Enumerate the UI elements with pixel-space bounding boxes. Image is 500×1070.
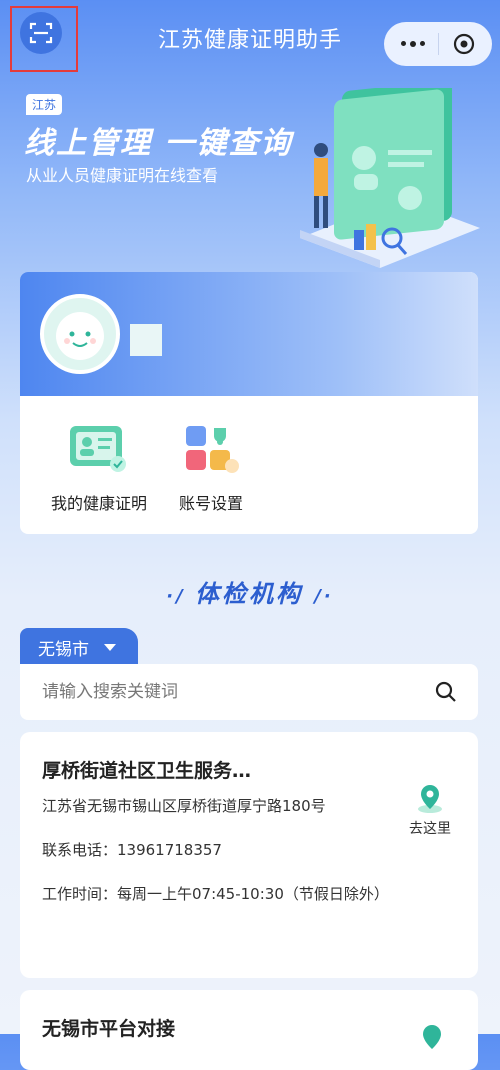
- province-tag: 江苏: [26, 94, 63, 115]
- chevron-down-icon: [104, 644, 116, 651]
- city-label: 无锡市: [38, 639, 89, 660]
- section-title-text: 体检机构: [194, 580, 303, 608]
- my-health-cert-label: 我的健康证明: [50, 494, 147, 513]
- section-title: ·/ 体检机构 /·: [0, 574, 500, 609]
- search-bar: [20, 664, 478, 720]
- banner-subtitle: 从业人员健康证明在线查看: [26, 166, 219, 185]
- city-selector[interactable]: 无锡市: [20, 628, 138, 666]
- institution-address: 江苏省无锡市锡山区厚桥街道厚宁路180号: [42, 797, 326, 815]
- settings-blocks-icon: [186, 426, 239, 473]
- institution-name: 厚桥街道社区卫生服务…: [42, 760, 252, 782]
- search-input[interactable]: [40, 681, 434, 703]
- banner-slogan: 线上管理 一键查询: [24, 126, 293, 161]
- account-settings-button[interactable]: 账号设置: [146, 422, 276, 514]
- title-deco-right: /·: [314, 586, 334, 607]
- user-name-placeholder: [130, 324, 162, 356]
- certificate-illustration: [300, 88, 480, 268]
- search-icon[interactable]: [434, 680, 458, 704]
- more-dots-icon[interactable]: [400, 40, 425, 47]
- smiley-avatar-icon[interactable]: [40, 294, 120, 374]
- capsule-divider: [438, 33, 440, 55]
- institution-phone: 联系电话：13961718357: [42, 841, 222, 859]
- institution-card[interactable]: 无锡市平台对接: [20, 990, 478, 1070]
- account-settings-label: 账号设置: [178, 494, 243, 513]
- navigate-button[interactable]: 去这里: [402, 782, 458, 838]
- health-card-icon: [70, 426, 126, 472]
- my-health-cert-button[interactable]: 我的健康证明: [34, 422, 164, 514]
- target-icon[interactable]: [453, 33, 475, 55]
- institution-name: 无锡市平台对接: [42, 1018, 176, 1040]
- title-deco-left: ·/: [166, 586, 195, 607]
- location-pin-icon: [418, 785, 442, 813]
- profile-card: 我的健康证明 账号设置: [20, 272, 478, 534]
- institution-card[interactable]: 厚桥街道社区卫生服务… 江苏省无锡市锡山区厚桥街道厚宁路180号 联系电话：13…: [20, 732, 478, 978]
- institution-hours: 工作时间：每周一上午07:45-10:30（节假日除外）: [42, 885, 389, 903]
- miniprogram-capsule: [384, 22, 492, 66]
- navigate-label: 去这里: [409, 821, 451, 837]
- location-pin-icon[interactable]: [416, 1022, 448, 1054]
